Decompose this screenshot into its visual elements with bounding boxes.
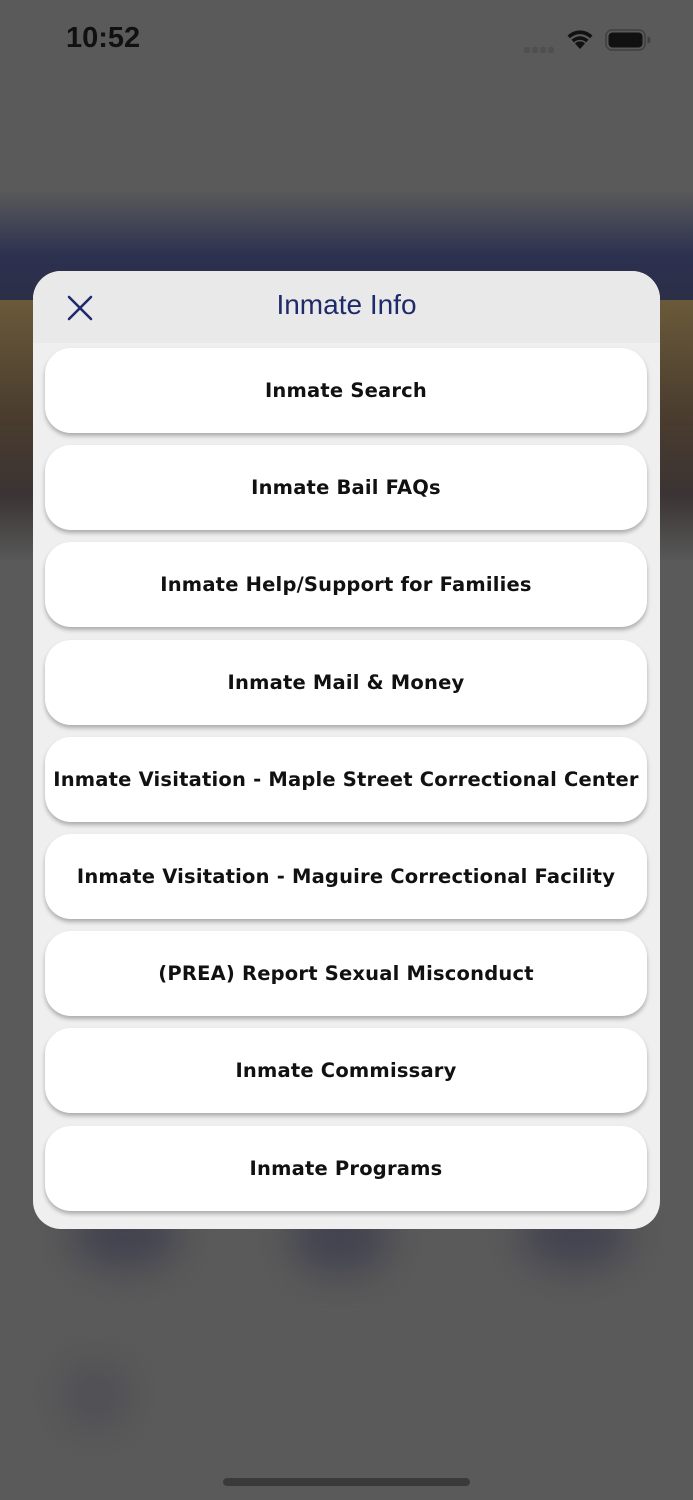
menu-item-label: (PREA) Report Sexual Misconduct <box>158 962 534 986</box>
menu-item-mail-money[interactable]: Inmate Mail & Money <box>45 639 647 725</box>
menu-item-inmate-search[interactable]: Inmate Search <box>45 348 647 433</box>
menu-item-visitation-maple-street[interactable]: Inmate Visitation - Maple Street Correct… <box>45 736 647 822</box>
battery-icon <box>605 29 651 51</box>
home-indicator[interactable] <box>223 1478 470 1486</box>
menu-item-commissary[interactable]: Inmate Commissary <box>45 1028 647 1114</box>
status-bar: 10:52 <box>0 0 693 80</box>
menu-item-visitation-maguire[interactable]: Inmate Visitation - Maguire Correctional… <box>45 833 647 919</box>
menu-item-label: Inmate Visitation - Maguire Correctional… <box>76 864 616 888</box>
background-blur-shape <box>60 1360 130 1430</box>
menu-item-label: Inmate Mail & Money <box>227 670 465 694</box>
menu-item-label: Inmate Visitation - Maple Street Correct… <box>53 767 639 791</box>
menu-item-prea-report[interactable]: (PREA) Report Sexual Misconduct <box>45 931 647 1017</box>
status-time: 10:52 <box>66 22 141 54</box>
modal-header: Inmate Info <box>33 271 660 343</box>
menu-item-label: Inmate Commissary <box>235 1059 457 1083</box>
wifi-icon <box>567 30 593 49</box>
menu-item-label: Inmate Programs <box>249 1156 443 1180</box>
cellular-signal-icon <box>524 40 556 58</box>
menu-list: Inmate Search Inmate Bail FAQs Inmate He… <box>45 348 647 1223</box>
menu-item-label: Inmate Search <box>264 379 428 402</box>
menu-item-inmate-bail-faqs[interactable]: Inmate Bail FAQs <box>45 445 647 531</box>
modal-title: Inmate Info <box>276 289 417 320</box>
menu-item-label: Inmate Help/Support for Families <box>160 573 532 597</box>
inmate-info-modal: Inmate Info Inmate Search Inmate Bail FA… <box>33 271 660 1229</box>
menu-item-programs[interactable]: Inmate Programs <box>45 1125 647 1211</box>
menu-item-help-support-families[interactable]: Inmate Help/Support for Families <box>45 542 647 628</box>
menu-item-label: Inmate Bail FAQs <box>251 476 441 500</box>
